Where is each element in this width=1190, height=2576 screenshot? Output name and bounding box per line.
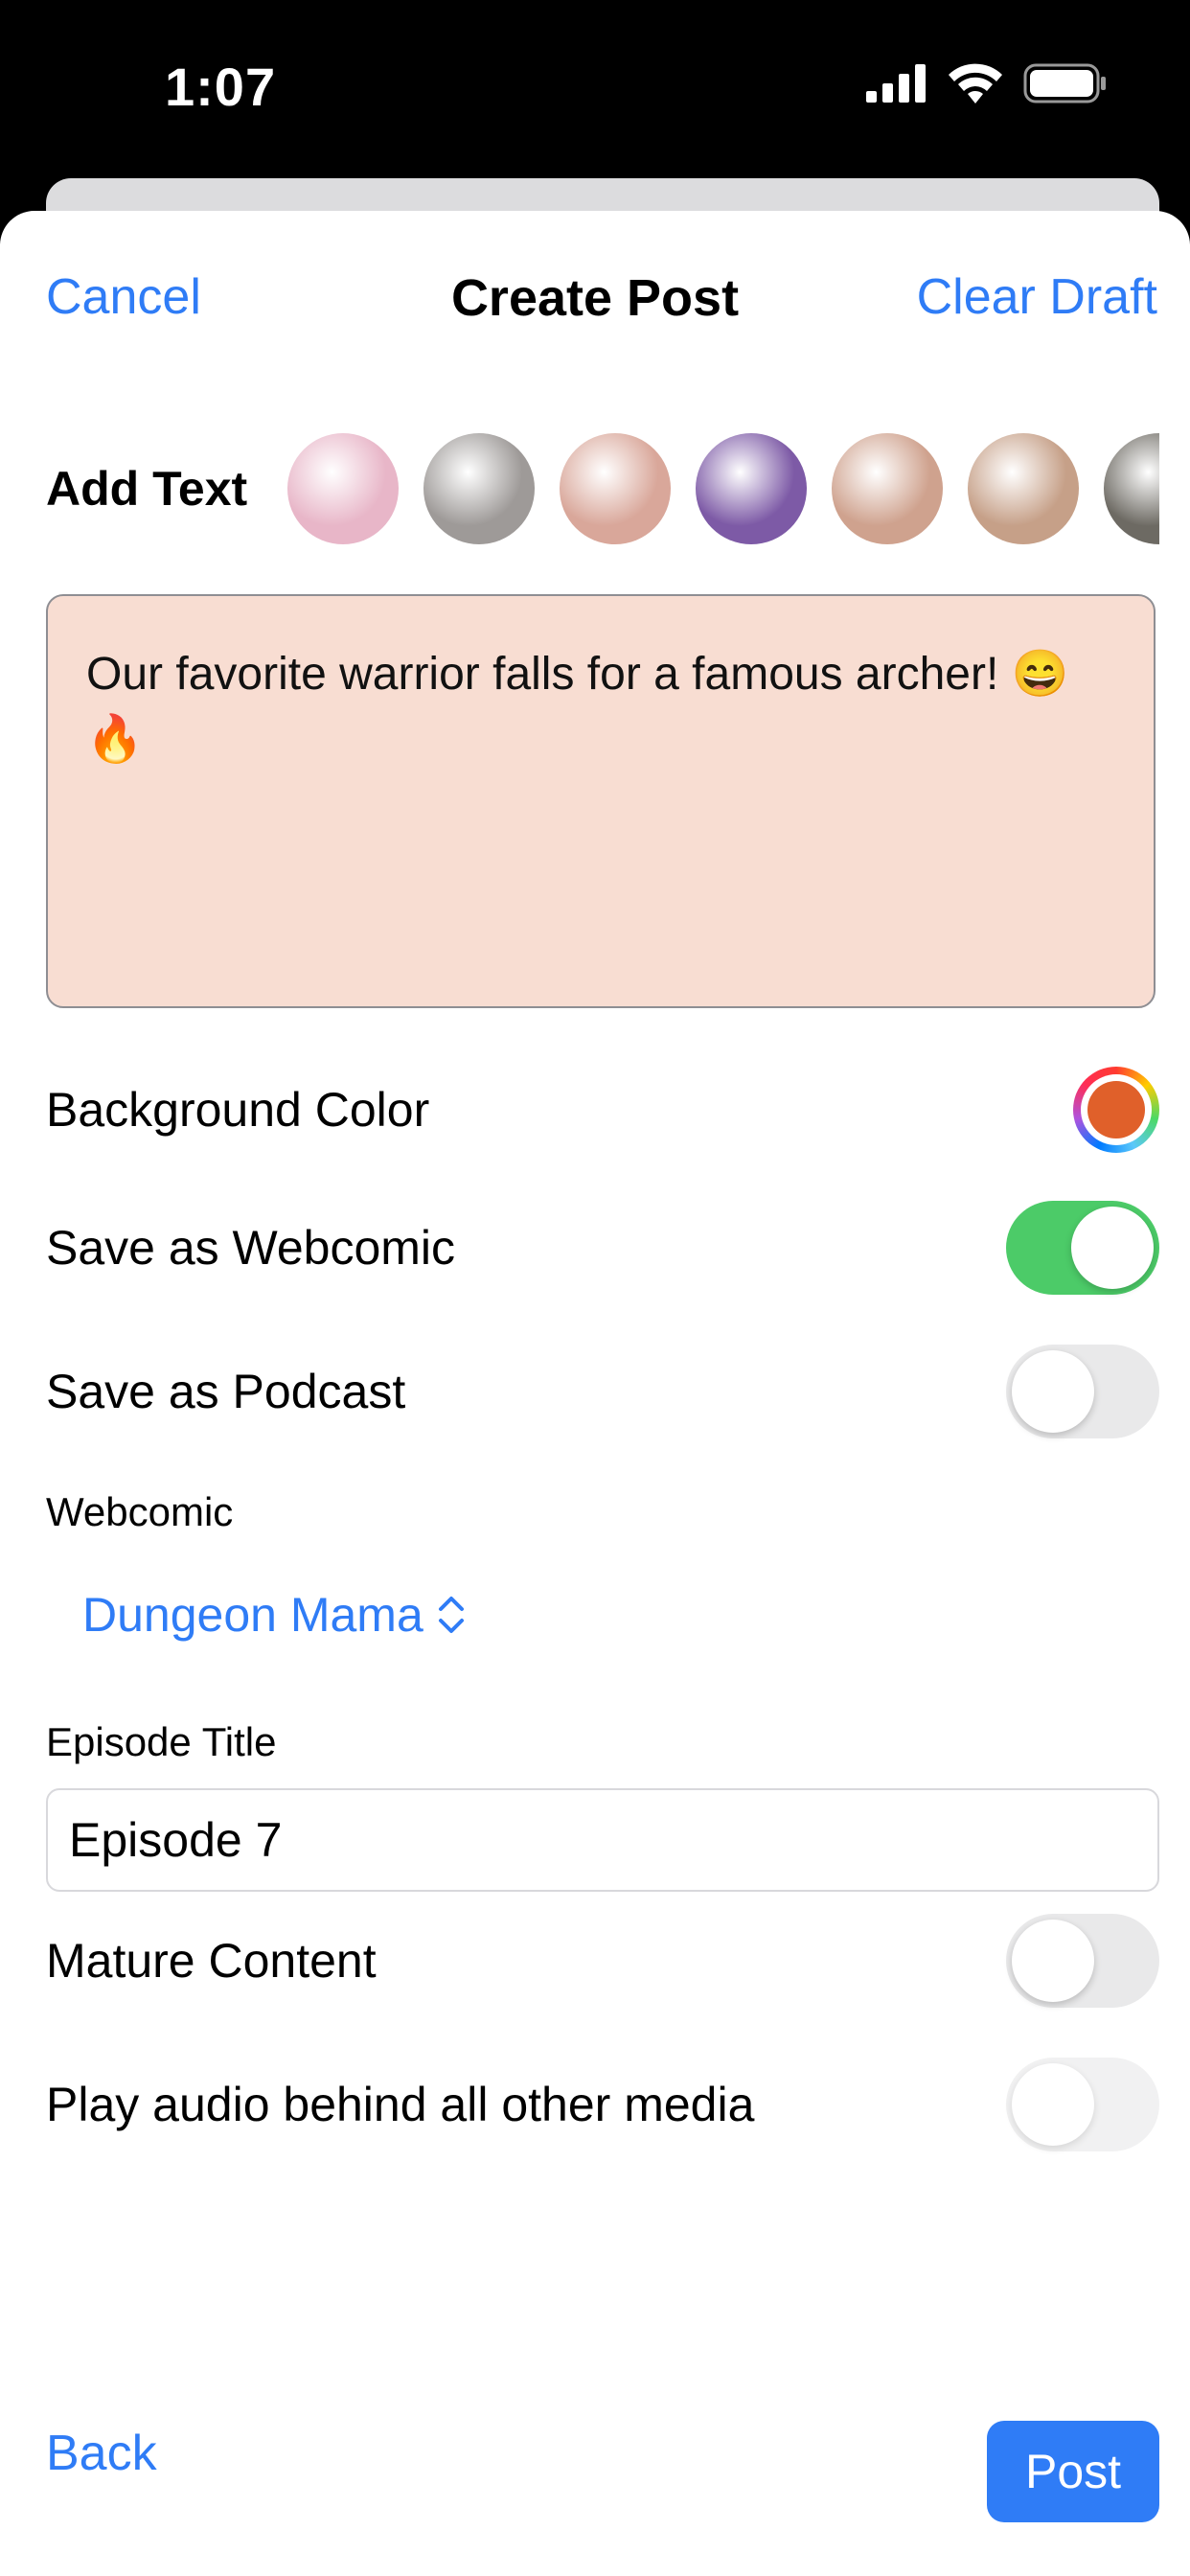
toggle-knob bbox=[1071, 1207, 1154, 1289]
save-podcast-toggle[interactable] bbox=[1006, 1345, 1159, 1438]
comic-thumbnail-5[interactable] bbox=[832, 433, 943, 544]
comic-thumbnail-6[interactable] bbox=[968, 433, 1079, 544]
wifi-icon bbox=[949, 63, 1002, 104]
comic-thumbnail-7[interactable] bbox=[1104, 433, 1159, 544]
play-audio-label: Play audio behind all other media bbox=[46, 2078, 755, 2131]
status-time: 1:07 bbox=[165, 57, 277, 117]
create-post-sheet: Create Post Cancel Clear Draft Add Text … bbox=[0, 211, 1190, 2576]
play-audio-row: Play audio behind all other media bbox=[46, 2057, 1159, 2152]
cancel-button[interactable]: Cancel bbox=[46, 268, 201, 326]
status-icons bbox=[866, 63, 1108, 104]
cellular-signal-icon bbox=[866, 64, 926, 103]
play-audio-toggle[interactable] bbox=[1006, 2058, 1159, 2151]
post-button[interactable]: Post bbox=[987, 2421, 1159, 2522]
save-podcast-row: Save as Podcast bbox=[46, 1344, 1159, 1439]
save-webcomic-label: Save as Webcomic bbox=[46, 1221, 456, 1275]
toggle-knob bbox=[1012, 1920, 1094, 2002]
clear-draft-button[interactable]: Clear Draft bbox=[917, 268, 1157, 326]
save-webcomic-toggle[interactable] bbox=[1006, 1201, 1159, 1295]
mature-content-row: Mature Content bbox=[46, 1913, 1159, 2009]
add-text-row: Add Text bbox=[46, 431, 1159, 546]
comic-thumbnail-4[interactable] bbox=[696, 433, 807, 544]
webcomic-picker[interactable]: Dungeon Mama bbox=[82, 1587, 466, 1643]
background-color-row: Background Color bbox=[46, 1062, 1159, 1158]
toggle-knob bbox=[1012, 2063, 1094, 2146]
save-podcast-label: Save as Podcast bbox=[46, 1365, 406, 1418]
add-text-label: Add Text bbox=[46, 462, 248, 516]
webcomic-picker-value: Dungeon Mama bbox=[82, 1588, 423, 1642]
mature-content-toggle[interactable] bbox=[1006, 1914, 1159, 2008]
status-bar: 1:07 bbox=[0, 0, 1190, 182]
webcomic-section-label: Webcomic bbox=[46, 1489, 234, 1534]
back-button[interactable]: Back bbox=[46, 2425, 157, 2482]
screen: 1:07 Create Post Cancel Clear Draft Add … bbox=[0, 0, 1190, 2576]
selected-color-swatch bbox=[1087, 1081, 1145, 1138]
chevron-up-down-icon bbox=[438, 1597, 464, 1633]
mature-content-label: Mature Content bbox=[46, 1934, 377, 1988]
comic-thumbnail-3[interactable] bbox=[560, 433, 671, 544]
color-picker-button[interactable] bbox=[1073, 1067, 1159, 1153]
nav-bar: Create Post Cancel Clear Draft bbox=[0, 268, 1190, 364]
episode-title-label: Episode Title bbox=[46, 1719, 277, 1764]
episode-title-input[interactable]: Episode 7 bbox=[46, 1788, 1159, 1892]
comic-thumbnail-2[interactable] bbox=[423, 433, 535, 544]
battery-icon bbox=[1023, 63, 1106, 104]
thumbnail-strip[interactable] bbox=[287, 433, 1159, 544]
post-text-area[interactable]: Our favorite warrior falls for a famous … bbox=[46, 594, 1156, 1008]
toggle-knob bbox=[1012, 1350, 1094, 1433]
background-color-label: Background Color bbox=[46, 1083, 430, 1137]
comic-thumbnail-1[interactable] bbox=[287, 433, 399, 544]
save-webcomic-row: Save as Webcomic bbox=[46, 1200, 1159, 1296]
